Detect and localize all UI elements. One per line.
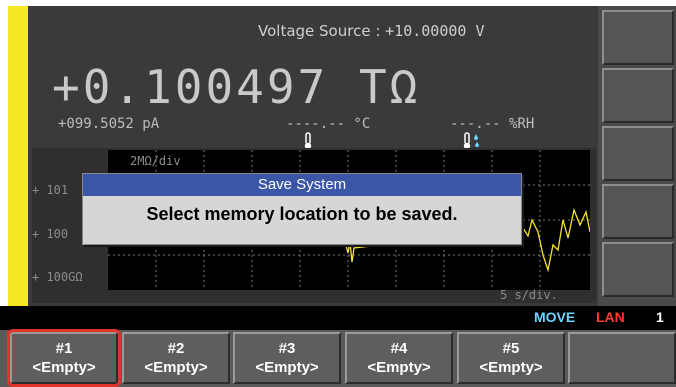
y-tick-label-1: + 101 <box>32 183 69 197</box>
memory-slot-label: #2 <box>167 340 185 357</box>
memory-slot-label: #3 <box>278 340 296 357</box>
memory-slot-label: #5 <box>502 340 520 357</box>
memory-slot-2-button[interactable]: #2 <Empty> <box>122 332 230 384</box>
channel-number: 1 <box>656 309 664 325</box>
memory-slot-state: <Empty> <box>255 359 319 376</box>
memory-slot-3-button[interactable]: #3 <Empty> <box>233 332 341 384</box>
softkey-2[interactable] <box>602 68 674 123</box>
memory-slot-state: <Empty> <box>479 359 543 376</box>
memory-slot-state: <Empty> <box>32 359 96 376</box>
humidity-readout: ---.-- %RH <box>450 116 535 132</box>
dialog-message: Select memory location to be saved. <box>146 204 458 224</box>
save-system-dialog: Save System Select memory location to be… <box>82 173 522 245</box>
voltage-source-label: Voltage Source : <box>258 22 381 40</box>
lan-indicator: LAN <box>596 309 625 325</box>
memory-slot-label: #1 <box>55 340 73 357</box>
softkey-3[interactable] <box>602 126 674 181</box>
memory-slot-label: #4 <box>390 340 408 357</box>
softkey-column <box>598 6 676 306</box>
softkey-4[interactable] <box>602 184 674 239</box>
time-division-label: 5 s/div. <box>500 288 558 302</box>
softkey-5[interactable] <box>602 242 674 297</box>
current-readout: +099.5052 pA <box>58 116 160 132</box>
memory-slot-state: <Empty> <box>144 359 208 376</box>
voltage-source-readout: Voltage Source : +10.00000 V <box>258 22 485 40</box>
softkey-1[interactable] <box>602 10 674 65</box>
memory-slot-6-button[interactable] <box>568 332 676 384</box>
secondary-readouts: +099.5052 pA ----.-- °C ---.-- %RH <box>58 116 588 150</box>
main-reading: +0.100497 TΩ <box>52 60 421 114</box>
temperature-readout: ----.-- °C <box>286 116 371 132</box>
memory-slot-state: <Empty> <box>367 359 431 376</box>
memory-slot-4-button[interactable]: #4 <Empty> <box>345 332 453 384</box>
division-label: 2MΩ/div <box>130 154 181 168</box>
memory-slot-5-button[interactable]: #5 <Empty> <box>457 332 565 384</box>
dialog-title: Save System <box>83 174 521 196</box>
move-indicator: MOVE <box>534 309 576 325</box>
memory-slot-1-button[interactable]: #1 <Empty> <box>7 329 121 387</box>
y-tick-label-3: + 100GΩ <box>32 270 83 284</box>
y-tick-label-2: + 100 <box>32 227 69 241</box>
voltage-source-value: +10.00000 V <box>385 22 485 40</box>
